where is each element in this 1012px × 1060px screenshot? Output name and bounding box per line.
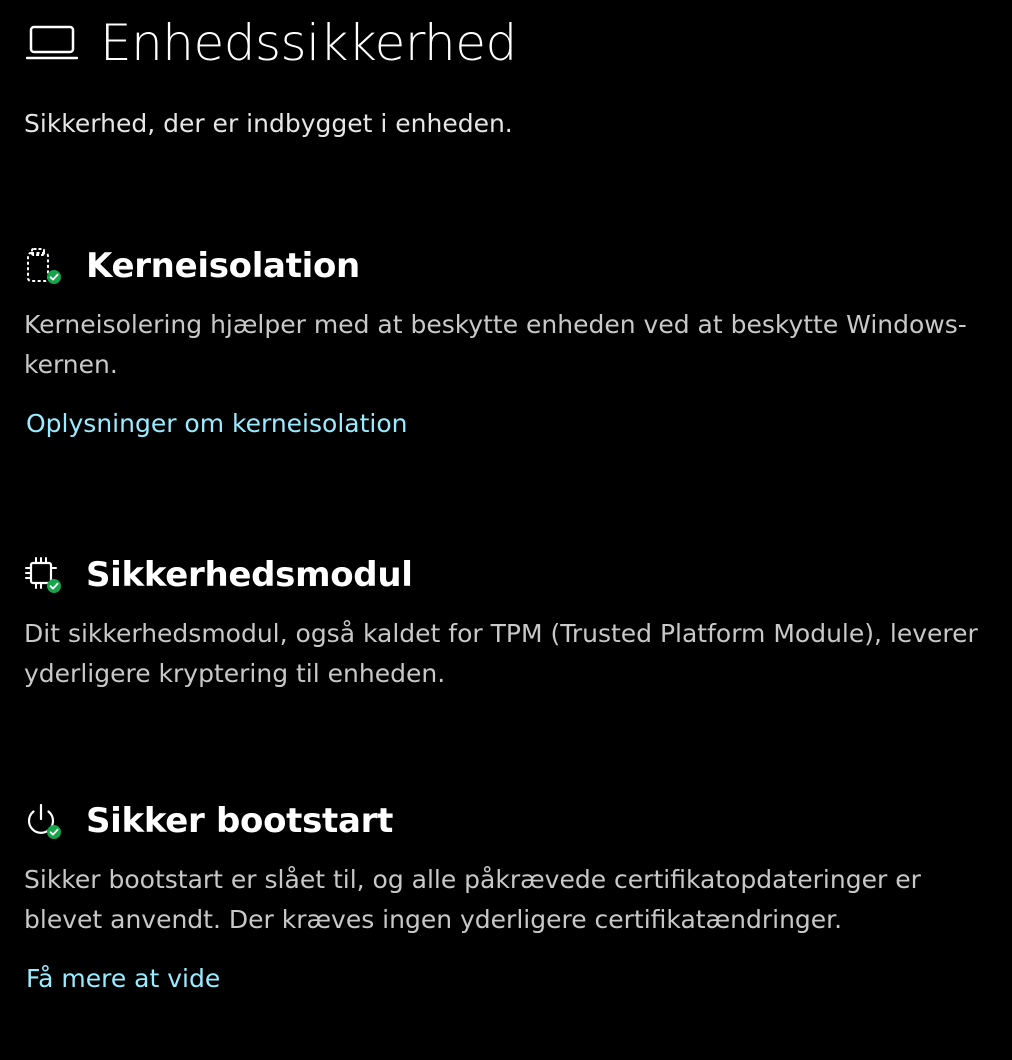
section-header: Kerneisolation: [24, 243, 984, 289]
secure-boot-learn-more-link[interactable]: Få mere at vide: [26, 962, 220, 996]
security-processor-icon: [24, 556, 62, 594]
section-title: Kerneisolation: [86, 246, 360, 286]
secure-boot-icon: [24, 802, 62, 840]
page-title: Enhedssikkerhed: [100, 14, 517, 72]
section-core-isolation: Kerneisolation Kerneisolering hjælper me…: [24, 243, 984, 441]
core-isolation-icon: [24, 247, 62, 285]
laptop-icon: [26, 23, 78, 63]
section-title: Sikker bootstart: [86, 801, 394, 841]
section-description: Kerneisolering hjælper med at beskytte e…: [24, 310, 967, 379]
core-isolation-details-link[interactable]: Oplysninger om kerneisolation: [26, 407, 407, 441]
section-header: Sikkerhedsmodul: [24, 552, 984, 598]
section-description: Dit sikkerhedsmodul, også kaldet for TPM…: [24, 619, 978, 688]
section-secure-boot: Sikker bootstart Sikker bootstart er slå…: [24, 798, 984, 996]
section-header: Sikker bootstart: [24, 798, 984, 844]
section-security-processor: Sikkerhedsmodul Dit sikkerhedsmodul, ogs…: [24, 552, 984, 694]
page-header: Enhedssikkerhed: [26, 12, 517, 74]
page-subtitle: Sikkerhed, der er indbygget i enheden.: [24, 109, 513, 138]
section-title: Sikkerhedsmodul: [86, 555, 413, 595]
section-description: Sikker bootstart er slået til, og alle p…: [24, 865, 921, 934]
